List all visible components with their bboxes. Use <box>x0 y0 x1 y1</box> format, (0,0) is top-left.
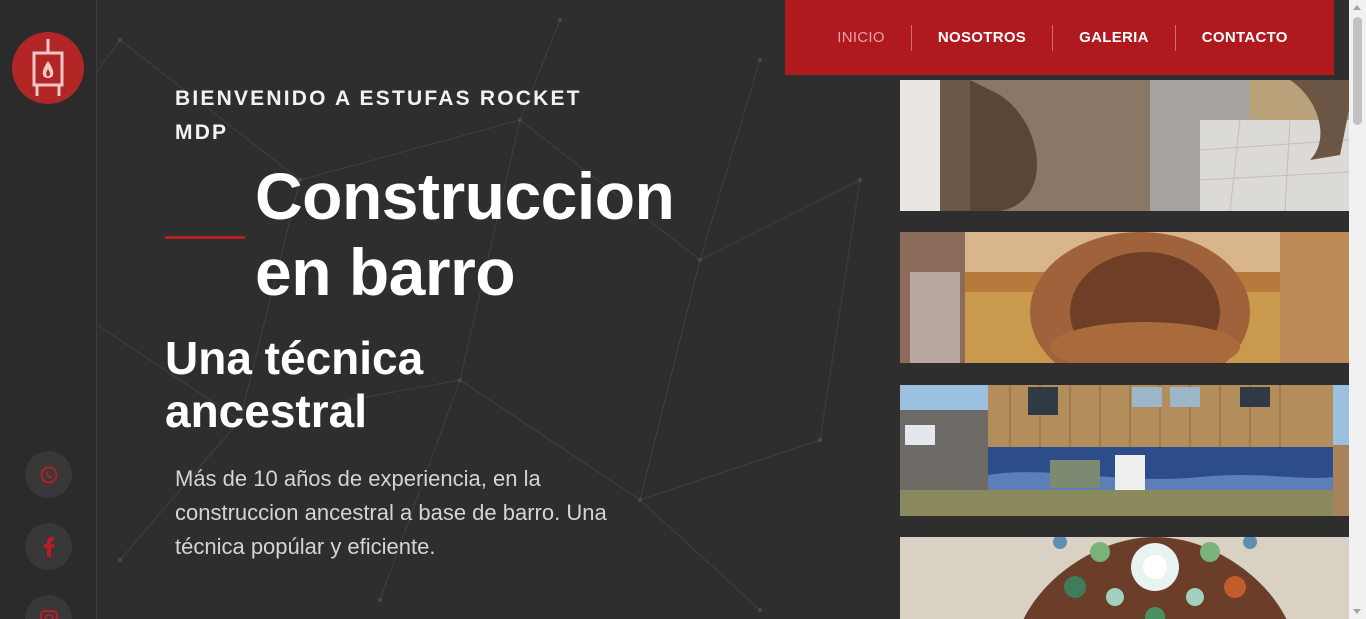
hero-subtitle: Una técnica ancestral <box>165 332 424 437</box>
welcome-heading: BIENVENIDO A ESTUFAS ROCKET MDP <box>175 87 582 144</box>
nav-item-nosotros[interactable]: NOSOTROS <box>912 25 1052 51</box>
whatsapp-icon <box>40 466 57 483</box>
scroll-down-arrow-icon[interactable] <box>1353 609 1361 614</box>
instagram-icon <box>39 609 58 619</box>
gallery-image-stove-construction[interactable] <box>900 80 1349 211</box>
gallery-image-wooden-house[interactable] <box>900 385 1349 516</box>
nav-item-inicio[interactable]: INICIO <box>811 25 911 51</box>
facebook-button[interactable] <box>25 523 72 570</box>
whatsapp-button[interactable] <box>25 451 72 498</box>
hero-description: Más de 10 años de experiencia, en la con… <box>175 466 607 559</box>
logo[interactable] <box>12 32 84 104</box>
gallery-image-bottle-mosaic[interactable] <box>900 537 1349 619</box>
instagram-button[interactable] <box>25 595 72 619</box>
left-sidebar <box>0 0 97 619</box>
scroll-up-arrow-icon[interactable] <box>1353 5 1361 10</box>
main-nav: INICIO NOSOTROS GALERIA CONTACTO <box>785 0 1334 75</box>
gallery-image-clay-oven[interactable] <box>900 232 1349 363</box>
nav-item-galeria[interactable]: GALERIA <box>1053 25 1175 51</box>
hero-title: Construccion en barro <box>255 159 675 309</box>
accent-line <box>165 236 245 239</box>
scroll-thumb[interactable] <box>1353 17 1362 125</box>
nav-item-contacto[interactable]: CONTACTO <box>1176 25 1314 51</box>
page-scrollbar[interactable] <box>1349 0 1366 619</box>
facebook-icon <box>43 536 54 557</box>
stove-icon <box>32 39 64 96</box>
